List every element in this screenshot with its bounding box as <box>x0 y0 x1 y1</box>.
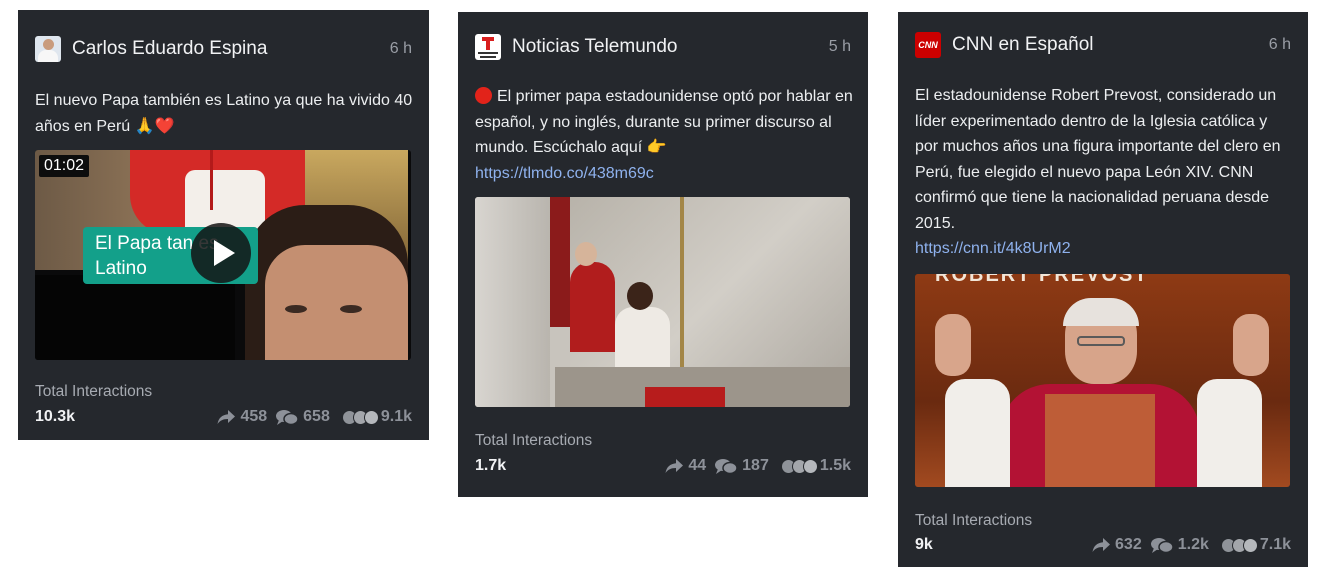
post-text: El nuevo Papa también es Latino ya que h… <box>35 92 413 135</box>
reactions-stat[interactable]: 9.1k <box>341 408 412 426</box>
total-interactions-label: Total Interactions <box>915 512 1033 529</box>
author-avatar[interactable] <box>35 36 61 62</box>
engagement-stats: 632 1.2k 7.1k <box>1083 536 1291 554</box>
video-duration: 01:02 <box>39 155 90 177</box>
stats-row: 1.7k 44 187 1.5k <box>475 455 851 477</box>
play-icon <box>214 240 235 266</box>
post-link[interactable]: https://tlmdo.co/438m69c <box>475 165 654 182</box>
post-link[interactable]: https://cnn.it/4k8UrM2 <box>915 240 1071 257</box>
post-header: CNN CNN en Español 6 h <box>915 30 1291 60</box>
post-header: Carlos Eduardo Espina 6 h <box>35 34 412 64</box>
reaction-icons <box>780 458 818 474</box>
total-interactions-label: Total Interactions <box>35 383 153 400</box>
author-name[interactable]: Noticias Telemundo <box>512 36 677 58</box>
comment-icon <box>276 409 299 425</box>
comments-stat[interactable]: 1.2k <box>1150 536 1209 554</box>
post-time: 6 h <box>1268 36 1291 53</box>
post-text: El primer papa estadounidense optó por h… <box>475 87 853 182</box>
post-time: 6 h <box>389 40 412 57</box>
red-circle-emoji-icon <box>475 87 492 104</box>
image-content <box>475 197 850 407</box>
play-button[interactable] <box>191 223 251 283</box>
total-interactions-value: 1.7k <box>475 457 507 474</box>
post-time: 5 h <box>828 38 851 55</box>
reactions-stat[interactable]: 1.5k <box>780 457 851 475</box>
post-text: El estadounidense Robert Prevost, consid… <box>915 87 1281 257</box>
author-name[interactable]: Carlos Eduardo Espina <box>72 38 267 60</box>
post-card-cnn[interactable]: CNN CNN en Español 6 h El estadounidense… <box>898 12 1308 567</box>
share-icon <box>1092 537 1111 552</box>
author-avatar[interactable] <box>475 34 501 60</box>
shares-stat[interactable]: 458 <box>217 408 267 426</box>
post-image[interactable]: ROBERT PREVOST <box>915 274 1290 487</box>
shares-stat[interactable]: 632 <box>1092 536 1142 554</box>
image-overlay-text: ROBERT PREVOST <box>935 274 1149 286</box>
image-content: ROBERT PREVOST <box>915 274 1290 487</box>
comment-icon <box>1150 537 1173 553</box>
author-name[interactable]: CNN en Español <box>952 34 1094 56</box>
total-interactions-value: 10.3k <box>35 408 76 425</box>
comments-stat[interactable]: 658 <box>276 408 330 426</box>
total-interactions-value: 9k <box>915 536 933 553</box>
shares-stat[interactable]: 44 <box>665 457 706 475</box>
engagement-stats: 458 658 9.1k <box>208 408 412 426</box>
post-card-carlos[interactable]: Carlos Eduardo Espina 6 h El nuevo Papa … <box>18 10 429 440</box>
author-avatar[interactable]: CNN <box>915 32 941 58</box>
stats-row: 9k 632 1.2k 7.1k <box>915 534 1291 556</box>
post-image[interactable] <box>475 197 850 407</box>
post-video[interactable]: El Papa tan es Latino 01:02 <box>35 150 411 360</box>
post-card-telemundo[interactable]: Noticias Telemundo 5 h El primer papa es… <box>458 12 868 497</box>
engagement-stats: 44 187 1.5k <box>656 457 851 475</box>
share-icon <box>665 458 684 473</box>
reaction-icons <box>1220 537 1258 553</box>
cnn-logo: CNN <box>918 40 938 50</box>
post-header: Noticias Telemundo 5 h <box>475 32 851 62</box>
comments-stat[interactable]: 187 <box>715 457 769 475</box>
stats-row: 10.3k 458 658 9.1k <box>35 406 412 428</box>
reactions-stat[interactable]: 7.1k <box>1220 536 1291 554</box>
reaction-icons <box>341 409 379 425</box>
total-interactions-label: Total Interactions <box>475 432 593 449</box>
share-icon <box>217 409 236 424</box>
comment-icon <box>715 458 738 474</box>
